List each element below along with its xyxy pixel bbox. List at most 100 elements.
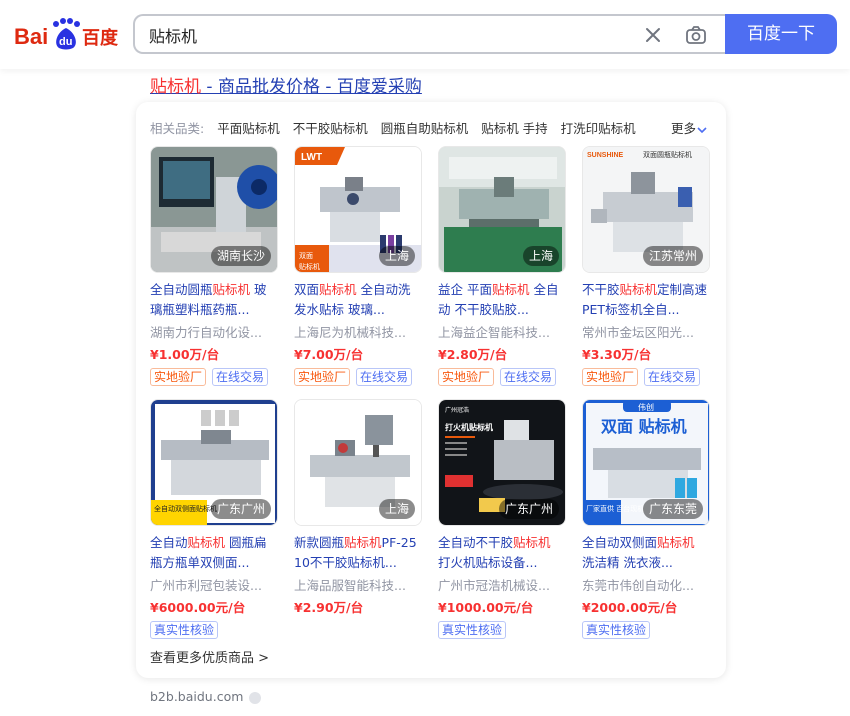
more-button[interactable]: 更多 [671,118,708,137]
product-title-text: 新款圆瓶 [294,535,345,550]
product-title[interactable]: 新款圆瓶贴标机PF-2510不干胶贴标机... [294,533,422,573]
result-title-link[interactable]: 贴标机 - 商品批发价格 - 百度爱采购 [150,72,422,97]
product-title-text: 全自动 [150,535,188,550]
product-image[interactable]: 湖南长沙 [150,146,278,273]
svg-text:打火机贴标机: 打火机贴标机 [445,422,493,432]
product-item[interactable]: 全自动双侧面贴标机 广东广州 全自动贴标机 圆瓶扁瓶方瓶单双侧面... 广州市利… [150,399,280,644]
verify-factory-badge: 实地验厂 [438,368,495,386]
location-badge: 江苏常州 [642,246,703,266]
online-trade-badge: 在线交易 [500,368,557,386]
product-price: ¥3.30万/台 [582,347,652,362]
svg-text:广州冠浩: 广州冠浩 [445,406,469,414]
product-item[interactable]: 伟创 双面 贴标机 厂家直供 百台现机 广东东莞 全自动双侧面贴标机 洗洁精 洗… [582,399,712,644]
product-item[interactable]: SUNSHINE 双面圆瓶贴标机 江苏常州 不干胶贴标机定制高速PET标签机全自… [582,146,712,391]
see-more-link[interactable]: 查看更多优质商品 > [150,647,269,666]
top-bar: Bai du 百度 百度一下 [0,0,850,69]
online-trade-badge: 在线交易 [212,368,269,386]
badge-group: 实地验厂 在线交易 [294,366,418,386]
product-price: ¥2.90万/台 [294,600,364,615]
related-categories: 相关品类: 平面贴标机 不干胶贴标机 圆瓶自助贴标机 贴标机 手持 打洗印贴标机… [150,118,720,136]
product-image[interactable]: 广州冠浩 打火机贴标机 广东广州 [438,399,566,526]
company-name[interactable]: 广州市冠浩机械设... [438,575,566,593]
related-label: 相关品类: [150,121,205,136]
clear-icon[interactable] [642,24,664,46]
product-image[interactable]: 伟创 双面 贴标机 厂家直供 百台现机 广东东莞 [582,399,710,526]
product-item[interactable]: 上海 益企 平面贴标机 全自动 不干胶贴胶... 上海益企智能科技... ¥2.… [438,146,568,391]
product-title-text: 全自动双侧面 [582,535,658,550]
related-tag[interactable]: 不干胶贴标机 [293,121,368,136]
source-url[interactable]: b2b.baidu.com [150,689,262,704]
product-item[interactable]: 湖南长沙 全自动圆瓶贴标机 玻璃瓶塑料瓶药瓶... 湖南力行自动化设... ¥1… [150,146,280,391]
verify-factory-badge: 实地验厂 [294,368,351,386]
product-title[interactable]: 全自动贴标机 圆瓶扁瓶方瓶单双侧面... [150,533,278,573]
more-label: 更多 [670,121,696,136]
product-title-text: 双面 [294,282,320,297]
baidu-logo[interactable]: Bai du 百度 [14,14,120,54]
related-tag[interactable]: 圆瓶自助贴标机 [381,121,469,136]
badge-group: 实地验厂 在线交易 [150,366,274,386]
company-name[interactable]: 常州市金坛区阳光... [582,322,710,340]
source-text: b2b.baidu.com [150,689,244,704]
company-name[interactable]: 上海尼为机械科技... [294,322,422,340]
location-badge: 广东广州 [210,499,271,519]
product-image[interactable]: LWT 双面 贴标机 上海 [294,146,422,273]
online-trade-badge: 在线交易 [644,368,701,386]
product-image[interactable]: 全自动双侧面贴标机 广东广州 [150,399,278,526]
product-title-text: 洗洁精 洗衣液... [582,555,673,570]
product-item[interactable]: 广州冠浩 打火机贴标机 广东广州 全自动不干胶贴标机 打火机贴标设备... 广州… [438,399,568,644]
product-title-text: 益企 平面 [438,282,492,297]
product-price: ¥1.00万/台 [150,347,220,362]
related-tag[interactable]: 平面贴标机 [217,121,280,136]
source-info-icon[interactable] [249,691,262,704]
related-tag[interactable]: 打洗印贴标机 [561,121,636,136]
product-price: ¥2000.00元/台 [582,600,678,615]
product-title-highlight: 贴标机 [491,282,530,297]
product-title-highlight: 贴标机 [657,535,695,550]
badge-group: 真实性核验 [438,619,512,639]
product-item[interactable]: 上海 新款圆瓶贴标机PF-2510不干胶贴标机... 上海品服智能科技... ¥… [294,399,424,644]
camera-icon[interactable] [684,23,708,47]
company-name[interactable]: 上海品服智能科技... [294,575,422,593]
product-title[interactable]: 不干胶贴标机定制高速PET标签机全自... [582,280,710,320]
product-item[interactable]: LWT 双面 贴标机 上海 双面贴标机 全自动洗发水贴标 玻璃... 上海尼为机… [294,146,424,391]
badge-group: 真实性核验 [150,619,224,639]
verify-factory-badge: 实地验厂 [150,368,207,386]
company-name[interactable]: 湖南力行自动化设... [150,322,278,340]
product-price: ¥1000.00元/台 [438,600,534,615]
svg-text:双面圆瓶贴标机: 双面圆瓶贴标机 [643,150,692,159]
search-input[interactable] [149,24,609,46]
product-title-highlight: 贴标机 [344,535,382,550]
verify-factory-badge: 实地验厂 [582,368,639,386]
svg-text:百度: 百度 [82,27,119,49]
product-title[interactable]: 双面贴标机 全自动洗发水贴标 玻璃... [294,280,422,320]
search-button[interactable]: 百度一下 [725,14,837,54]
online-trade-badge: 在线交易 [356,368,413,386]
location-badge: 广东东莞 [642,499,703,519]
result-title-highlight: 贴标机 [150,77,201,97]
product-image[interactable]: 上海 [438,146,566,273]
svg-text:du: du [59,36,72,48]
authenticity-badge: 真实性核验 [582,621,651,639]
product-image[interactable]: SUNSHINE 双面圆瓶贴标机 江苏常州 [582,146,710,273]
search-box [133,14,725,54]
badge-group: 真实性核验 [582,619,656,639]
location-badge: 上海 [522,246,559,266]
company-name[interactable]: 东莞市伟创自动化... [582,575,710,593]
authenticity-badge: 真实性核验 [150,621,219,639]
product-title[interactable]: 全自动双侧面贴标机 洗洁精 洗衣液... [582,533,710,573]
company-name[interactable]: 上海益企智能科技... [438,322,566,340]
svg-text:双面 贴标机: 双面 贴标机 [601,417,687,436]
product-title-text: 打火机贴标设备... [438,555,538,570]
product-title[interactable]: 全自动不干胶贴标机 打火机贴标设备... [438,533,566,573]
product-title-highlight: 贴标机 [619,282,658,297]
badge-group: 实地验厂 在线交易 [582,366,706,386]
company-name[interactable]: 广州市利冠包装设... [150,575,278,593]
related-tag[interactable]: 贴标机 手持 [481,121,547,136]
product-title-highlight: 贴标机 [187,535,226,550]
product-title[interactable]: 全自动圆瓶贴标机 玻璃瓶塑料瓶药瓶... [150,280,278,320]
product-title-highlight: 贴标机 [513,535,551,550]
product-title-highlight: 贴标机 [212,282,251,297]
product-title[interactable]: 益企 平面贴标机 全自动 不干胶贴胶... [438,280,566,320]
product-card: 相关品类: 平面贴标机 不干胶贴标机 圆瓶自助贴标机 贴标机 手持 打洗印贴标机… [136,102,726,678]
product-image[interactable]: 上海 [294,399,422,526]
